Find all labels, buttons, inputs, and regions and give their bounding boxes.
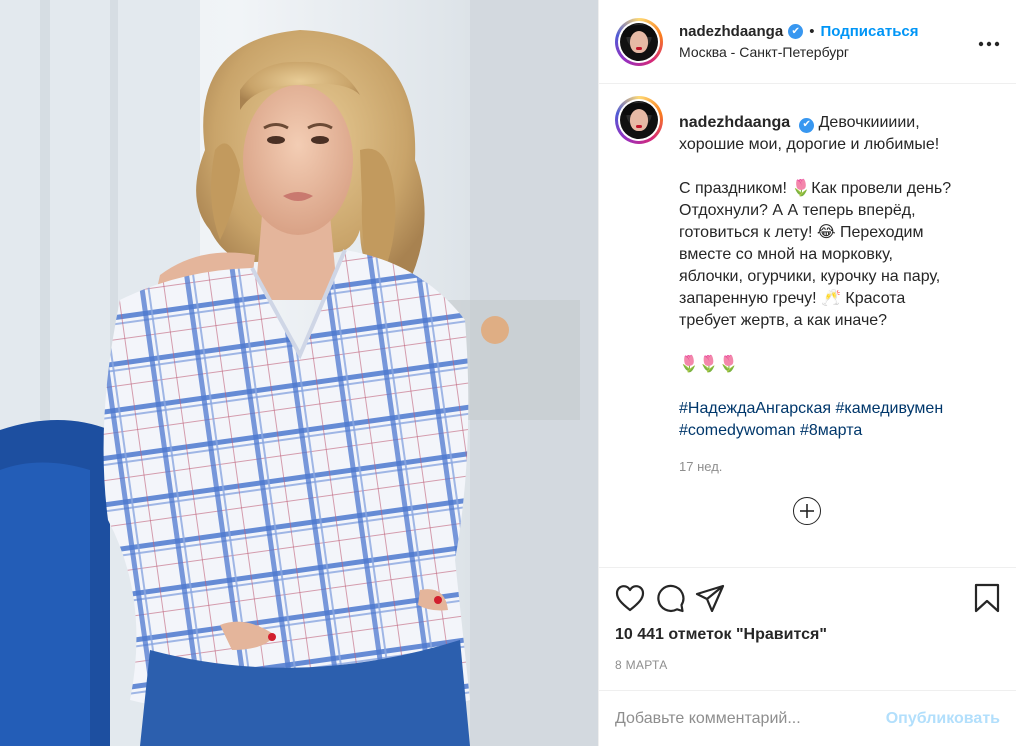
caption-avatar-image (620, 101, 658, 139)
post-side-panel: nadezhdaanga ✔ • Подписаться Москва - Са… (598, 0, 1016, 746)
instagram-post: nadezhdaanga ✔ • Подписаться Москва - Са… (0, 0, 1016, 746)
comment-form: Опубликовать (599, 690, 1016, 746)
publish-button[interactable]: Опубликовать (886, 710, 1000, 728)
header-title-row: nadezhdaanga ✔ • Подписаться (679, 23, 978, 40)
comment-icon (657, 584, 685, 613)
header-meta: nadezhdaanga ✔ • Подписаться Москва - Са… (679, 23, 978, 60)
heart-icon (615, 585, 645, 612)
comment-button[interactable] (655, 578, 695, 618)
comment-input[interactable] (615, 709, 886, 728)
caption-paragraph-3: 🌷🌷🌷 (679, 356, 739, 373)
caption-avatar-border (618, 99, 660, 141)
like-button[interactable] (615, 578, 655, 618)
post-date[interactable]: 8 МАРТА (615, 658, 1000, 672)
caption-time-ago[interactable]: 17 нед. (679, 456, 951, 478)
avatar-border (618, 20, 660, 63)
avatar-image (620, 22, 658, 61)
caption-username-link[interactable]: nadezhdaanga (679, 114, 790, 131)
bookmark-icon (974, 583, 1000, 613)
verified-badge-icon: ✔ (788, 24, 804, 39)
comments-section: nadezhdaanga ✔ Девочкиииии, хорошие мои, … (599, 84, 1016, 567)
caption-paragraph-2: С праздником! 🌷Как провели день? Отдохну… (679, 180, 952, 329)
more-horizontal-icon (978, 41, 1000, 47)
caption-verified-badge-icon: ✔ (799, 117, 815, 133)
more-options-icon[interactable] (978, 31, 1000, 52)
caption-body: nadezhdaanga ✔ Девочкиииии, хорошие мои, … (679, 112, 951, 478)
caption-first-paragraph: nadezhdaanga ✔ Девочкиииии, хорошие мои, … (679, 112, 951, 156)
photo-illustration (0, 0, 598, 746)
share-button[interactable] (695, 578, 735, 618)
username-link[interactable]: nadezhdaanga (679, 23, 783, 40)
plus-circle-icon (800, 504, 814, 518)
caption-avatar-lips (636, 125, 642, 128)
post-header: nadezhdaanga ✔ • Подписаться Москва - Са… (599, 0, 1016, 84)
caption-hashtags[interactable]: #НадеждаАнгарская #камедивумен #comedywo… (679, 398, 951, 442)
action-bar (615, 568, 1000, 622)
avatar[interactable] (615, 17, 663, 66)
caption: nadezhdaanga ✔ Девочкиииии, хорошие мои, … (615, 96, 1000, 478)
avatar-lips (636, 46, 642, 50)
separator-dot: • (809, 23, 815, 40)
actions-area: 10 441 отметок "Нравится" 8 МАРТА (599, 567, 1016, 690)
follow-button[interactable]: Подписаться (820, 23, 918, 40)
post-photo[interactable] (0, 0, 598, 746)
share-icon (695, 584, 725, 612)
save-button[interactable] (960, 578, 1000, 618)
load-more-comments-button[interactable] (793, 497, 821, 525)
likes-count[interactable]: 10 441 отметок "Нравится" (615, 626, 1000, 644)
caption-avatar[interactable] (615, 96, 663, 144)
location-link[interactable]: Москва - Санкт-Петербург (679, 44, 978, 60)
